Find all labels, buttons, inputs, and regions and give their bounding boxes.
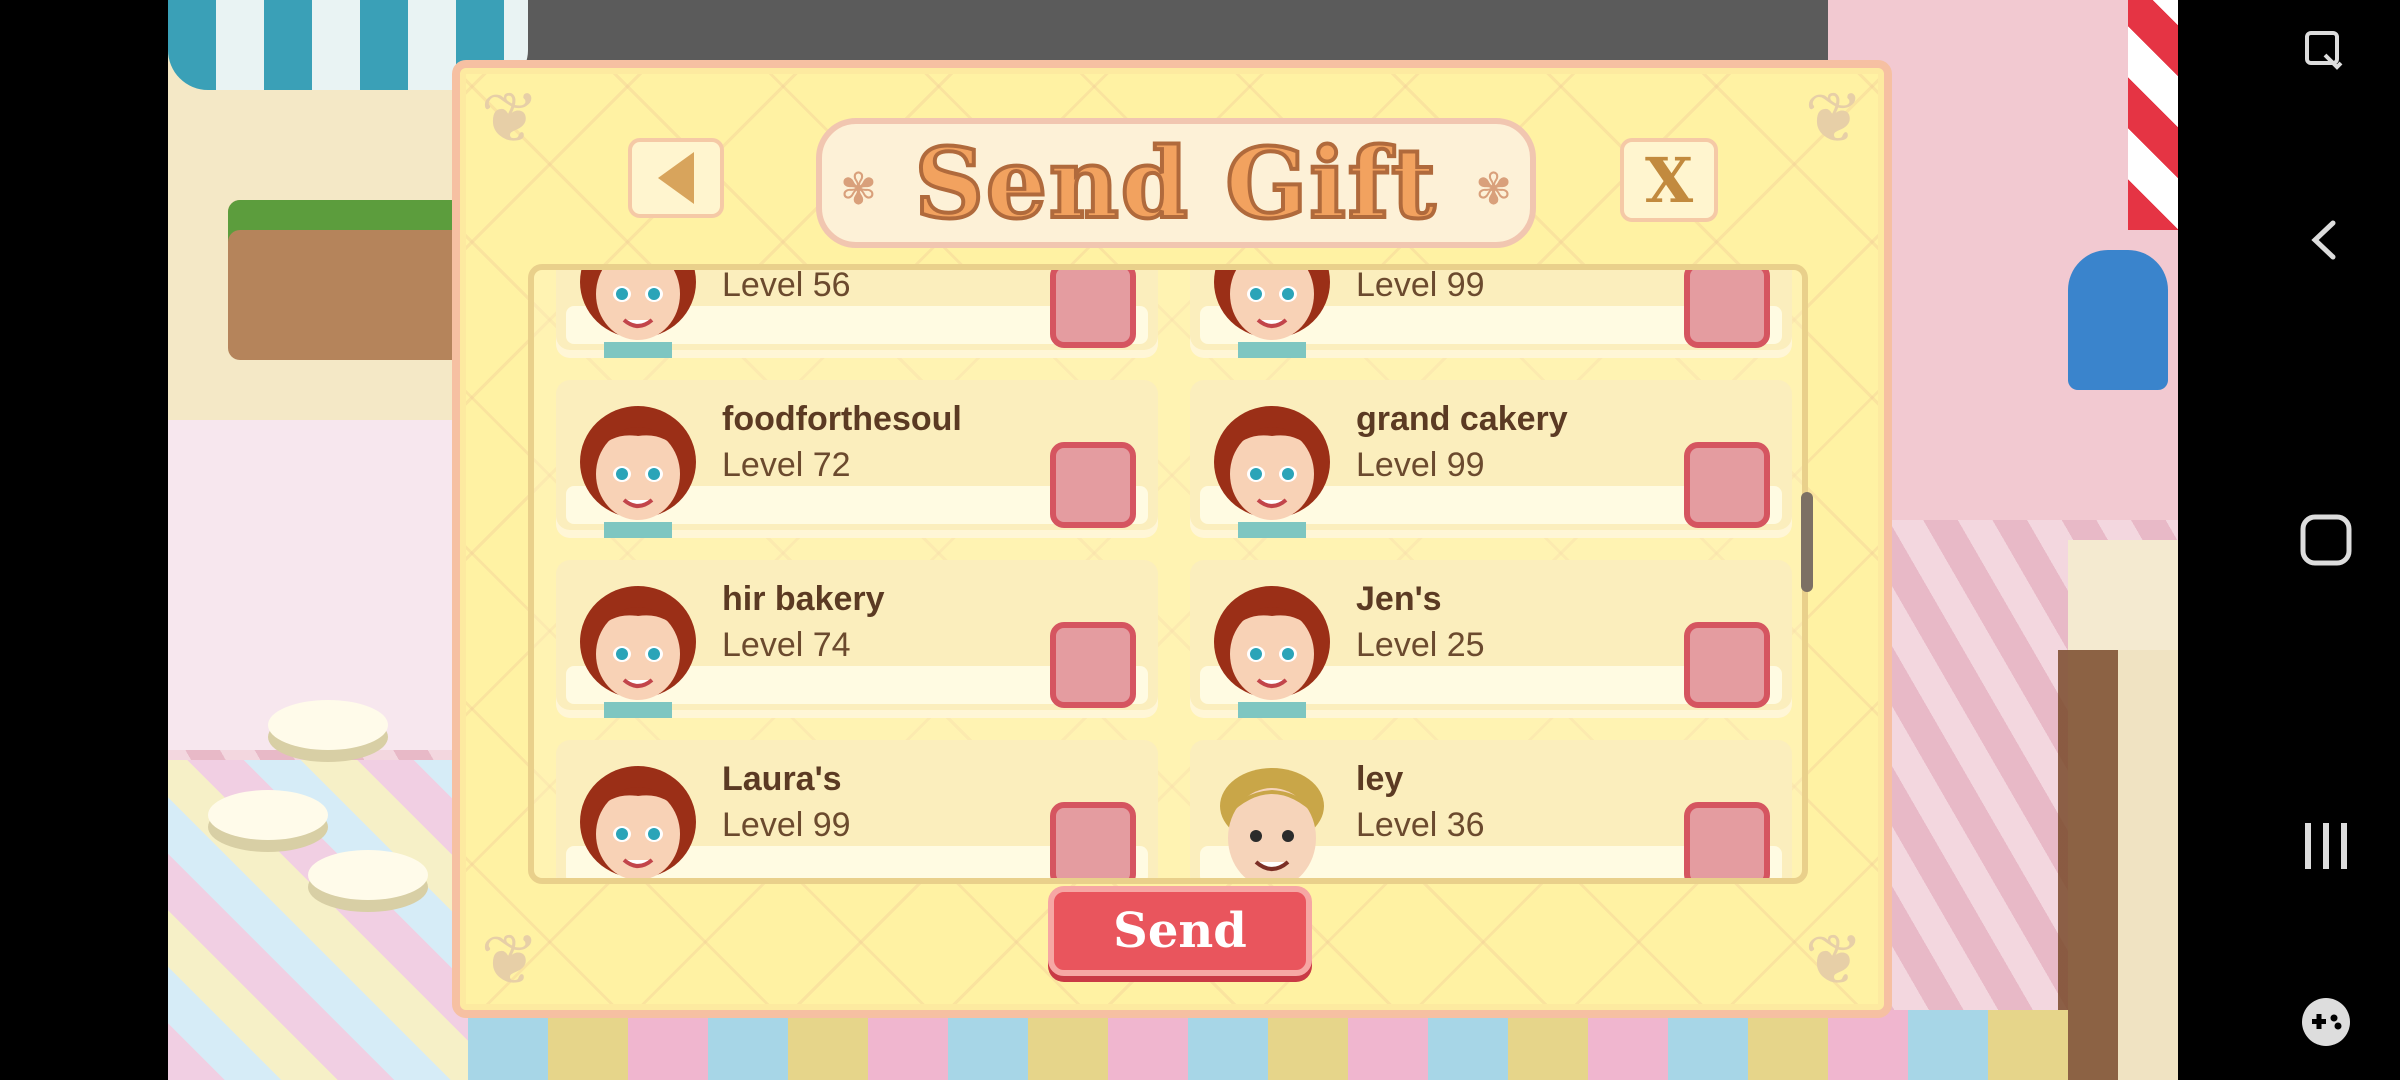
girl-red-hair-icon [580, 766, 696, 878]
friend-name: Jen's [1356, 580, 1442, 618]
gift-checkbox[interactable] [1684, 622, 1770, 708]
friend-level: Level 99 [1356, 446, 1485, 484]
dialog-title: Send Gift [913, 125, 1438, 242]
friend-card[interactable]: foodforthesoul Level 72 [556, 380, 1158, 538]
friend-level: Level 72 [722, 446, 851, 484]
shortcut-icon[interactable] [2296, 22, 2356, 82]
gift-checkbox[interactable] [1050, 442, 1136, 528]
friend-card[interactable]: grand cakery Level 99 [1190, 380, 1792, 538]
corner-ornament: ❦ [1804, 919, 1864, 1001]
boy-blond-hair-icon [1220, 768, 1324, 878]
friend-list[interactable]: Level 56 Level 99 foodforthesoul Level 7… [528, 264, 1808, 884]
gift-checkbox[interactable] [1050, 622, 1136, 708]
friend-level: Level 74 [722, 626, 851, 664]
back-icon[interactable] [2296, 210, 2356, 270]
friend-card[interactable]: Jen's Level 25 [1190, 560, 1792, 718]
corner-ornament: ❦ [1804, 77, 1864, 159]
game-tools-icon[interactable] [2296, 992, 2356, 1052]
friend-name: foodforthesoul [722, 400, 962, 438]
send-gift-dialog: ❦ ❦ ❦ ❦ ✾ Send Gift ✾ X Level 56 Level 9… [452, 60, 1892, 1018]
friend-level: Level 56 [722, 266, 851, 304]
cafe-tables [208, 700, 428, 980]
friend-card[interactable]: ley Level 36 [1190, 740, 1792, 878]
friend-card[interactable]: Level 56 [556, 266, 1158, 358]
gift-checkbox[interactable] [1684, 802, 1770, 878]
fruit-stand [228, 200, 488, 360]
home-icon[interactable] [2296, 510, 2356, 570]
title-banner: ✾ Send Gift ✾ [816, 118, 1536, 248]
friend-level: Level 99 [1356, 266, 1485, 304]
girl-red-hair-icon [580, 586, 696, 718]
girl-red-hair-icon [580, 270, 696, 358]
friend-name: ley [1356, 760, 1404, 798]
girl-red-hair-icon [580, 406, 696, 538]
corner-ornament: ❦ [480, 919, 540, 1001]
awning-right [2128, 0, 2178, 230]
girl-red-hair-icon [1214, 406, 1330, 538]
friend-card[interactable]: hir bakery Level 74 [556, 560, 1158, 718]
gift-checkbox[interactable] [1050, 802, 1136, 878]
gift-checkbox[interactable] [1684, 442, 1770, 528]
friend-level: Level 99 [722, 806, 851, 844]
girl-red-hair-icon [1214, 586, 1330, 718]
friend-card[interactable]: Level 99 [1190, 266, 1792, 358]
back-button[interactable] [628, 138, 724, 218]
corner-ornament: ❦ [480, 77, 540, 159]
gift-checkbox[interactable] [1684, 270, 1770, 348]
friend-name: hir bakery [722, 580, 885, 618]
flourish-icon: ✾ [1475, 164, 1512, 215]
back-arrow-icon [658, 152, 694, 204]
recent-apps-icon[interactable] [2296, 816, 2356, 876]
list-scrollbar[interactable] [1801, 492, 1813, 592]
floor-tiles [468, 1010, 2068, 1080]
friend-name: Laura's [722, 760, 842, 798]
flourish-icon: ✾ [840, 164, 877, 215]
close-button[interactable]: X [1620, 138, 1718, 222]
girl-red-hair-icon [1214, 270, 1330, 358]
friend-card[interactable]: Laura's Level 99 [556, 740, 1158, 878]
friend-name: grand cakery [1356, 400, 1568, 438]
bakery-counter [2058, 650, 2178, 1080]
send-button[interactable]: Send [1048, 886, 1312, 976]
gift-checkbox[interactable] [1050, 270, 1136, 348]
friend-level: Level 36 [1356, 806, 1485, 844]
friend-level: Level 25 [1356, 626, 1485, 664]
mailbox [2068, 250, 2168, 390]
